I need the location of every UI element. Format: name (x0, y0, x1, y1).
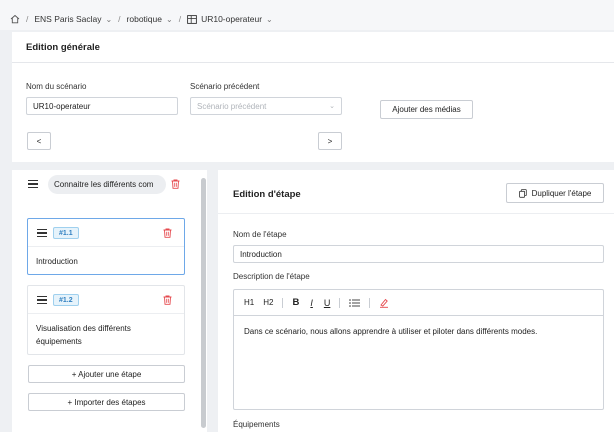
chevron-down-icon[interactable]: ⌄ (105, 15, 112, 24)
step-card-header: #1.1 (28, 219, 184, 247)
previous-button[interactable]: < (27, 132, 51, 150)
toolbar-separator (282, 297, 284, 308)
divider (12, 62, 614, 63)
previous-scenario-placeholder: Scénario précédent (197, 101, 267, 111)
editor-content[interactable]: Dans ce scénario, nous allons apprendre … (234, 316, 603, 348)
breadcrumb: / ENS Paris Saclay ⌄ / robotique ⌄ / UR1… (0, 0, 614, 30)
previous-scenario-label: Scénario précédent (190, 82, 260, 91)
editor-toolbar: H1 H2 B I U (234, 290, 603, 316)
breadcrumb-item-scenario[interactable]: UR10-operateur (201, 14, 262, 24)
breadcrumb-separator: / (118, 14, 121, 24)
rich-text-editor[interactable]: H1 H2 B I U Dans ce scénario, nous allon… (233, 289, 604, 410)
heading2-button[interactable]: H2 (263, 296, 273, 310)
heading1-button[interactable]: H1 (244, 296, 254, 310)
next-button[interactable]: > (318, 132, 342, 150)
panel-title: Edition générale (26, 42, 100, 53)
trash-icon[interactable] (163, 228, 172, 238)
toolbar-separator (369, 297, 371, 308)
trash-icon[interactable] (163, 295, 172, 305)
step-editor-title: Edition d'étape (233, 189, 301, 200)
breadcrumb-item-org[interactable]: ENS Paris Saclay (34, 14, 101, 24)
duplicate-step-button[interactable]: Dupliquer l'étape (506, 183, 604, 203)
italic-button[interactable]: I (310, 296, 313, 310)
drag-handle-icon[interactable] (37, 296, 47, 304)
table-icon (187, 14, 197, 24)
duplicate-step-label: Dupliquer l'étape (531, 188, 592, 198)
step-card[interactable]: #1.1 Introduction (27, 218, 185, 275)
step-name-input[interactable]: Introduction (233, 245, 604, 263)
chevron-down-icon[interactable]: ⌄ (166, 15, 173, 24)
step-number-badge: #1.2 (53, 294, 79, 306)
chevron-down-icon[interactable]: ⌄ (266, 15, 273, 24)
step-name-label: Nom de l'étape (233, 230, 287, 239)
chevron-down-icon: ⌄ (329, 103, 335, 110)
step-description-label: Description de l'étape (233, 272, 310, 281)
import-steps-button[interactable]: + Importer des étapes (28, 393, 185, 411)
copy-icon (518, 188, 527, 198)
breadcrumb-separator: / (178, 14, 182, 24)
toolbar-separator (339, 297, 341, 308)
add-step-button[interactable]: + Ajouter une étape (28, 365, 185, 383)
clear-format-icon[interactable] (379, 296, 389, 310)
equipments-label: Équipements (233, 420, 280, 429)
step-number-badge: #1.1 (53, 227, 79, 239)
breadcrumb-item-course[interactable]: robotique (127, 14, 162, 24)
previous-scenario-select[interactable]: Scénario précédent ⌄ (190, 97, 342, 115)
underline-button[interactable]: U (324, 296, 331, 310)
chapter-chip[interactable]: Connaitre les différents com (48, 175, 166, 194)
bullet-list-icon[interactable] (349, 296, 361, 310)
breadcrumb-separator: / (26, 14, 29, 24)
divider (218, 213, 614, 214)
home-icon[interactable] (10, 14, 20, 24)
bold-button[interactable]: B (292, 296, 299, 310)
step-card[interactable]: #1.2 Visualisation des différents équipe… (27, 285, 185, 355)
step-card-header: #1.2 (28, 286, 184, 314)
drag-handle-icon[interactable] (28, 180, 38, 188)
scenario-name-input[interactable]: UR10-operateur (26, 97, 178, 115)
drag-handle-icon[interactable] (37, 229, 47, 237)
add-media-button[interactable]: Ajouter des médias (380, 100, 473, 119)
scenario-name-label: Nom du scénario (26, 82, 87, 91)
trash-icon[interactable] (171, 179, 180, 189)
step-title: Introduction (36, 257, 78, 266)
step-title: Visualisation des différents équipements (36, 324, 131, 346)
scrollbar[interactable] (201, 178, 206, 428)
